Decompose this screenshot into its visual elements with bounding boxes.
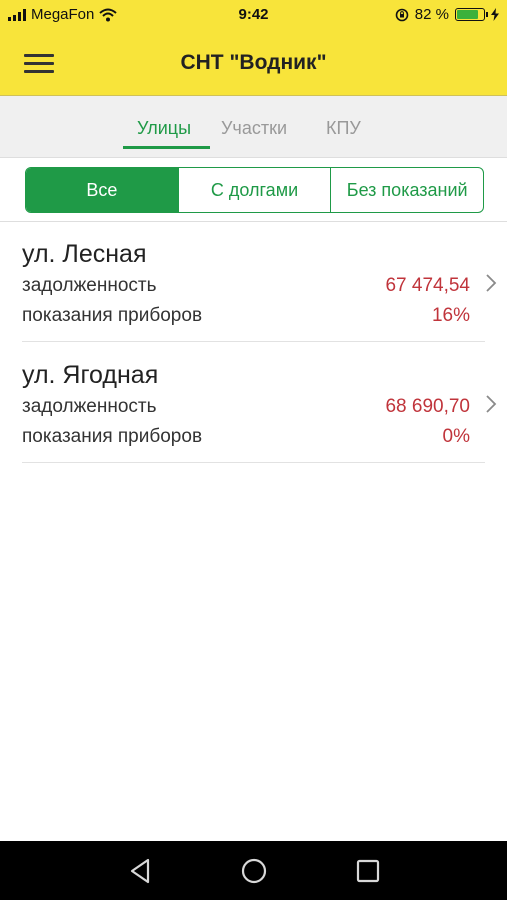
row-divider [22, 462, 485, 463]
battery-icon [455, 8, 488, 21]
charging-icon [491, 8, 499, 21]
tab-bar: Улицы Участки КПУ [0, 96, 507, 158]
street-name: ул. Ягодная [22, 361, 159, 389]
street-name: ул. Лесная [22, 240, 147, 268]
row-divider [22, 341, 485, 342]
battery-percent: 82 % [414, 6, 449, 23]
readings-value: 0% [442, 426, 470, 447]
street-list-item[interactable]: ул. Лесная задолженность 67 474,54 показ… [0, 222, 507, 342]
debt-label: задолженность [22, 396, 157, 417]
chevron-right-icon [486, 274, 497, 292]
tab-plots[interactable]: Участки [221, 118, 287, 139]
filter-segmented-control: Все С долгами Без показаний [25, 167, 484, 213]
readings-label: показания приборов [22, 426, 203, 447]
debt-value: 67 474,54 [385, 275, 470, 296]
status-right: 82 % [395, 6, 499, 23]
active-tab-indicator [123, 146, 210, 149]
tab-kpu[interactable]: КПУ [326, 118, 361, 139]
recents-icon[interactable] [354, 857, 382, 885]
debt-label: задолженность [22, 275, 157, 296]
readings-value: 16% [431, 305, 470, 326]
chevron-right-icon [486, 395, 497, 413]
filter-no-readings-button[interactable]: Без показаний [330, 168, 483, 212]
page-title: СНТ "Водник" [180, 51, 327, 74]
home-icon[interactable] [240, 857, 268, 885]
readings-label: показания приборов [22, 305, 203, 326]
system-navigation-bar [0, 841, 507, 900]
tab-streets[interactable]: Улицы [137, 118, 191, 139]
street-list-item[interactable]: ул. Ягодная задолженность 68 690,70 пока… [0, 343, 507, 463]
app-bar: СНТ "Водник" [0, 30, 507, 96]
status-bar: MegaFon 9:42 82 % [0, 0, 507, 30]
filter-all-button[interactable]: Все [26, 168, 178, 212]
filter-with-debts-button[interactable]: С долгами [177, 168, 331, 212]
debt-value: 68 690,70 [385, 396, 470, 417]
back-icon[interactable] [127, 857, 155, 885]
rotation-lock-icon [395, 8, 409, 21]
